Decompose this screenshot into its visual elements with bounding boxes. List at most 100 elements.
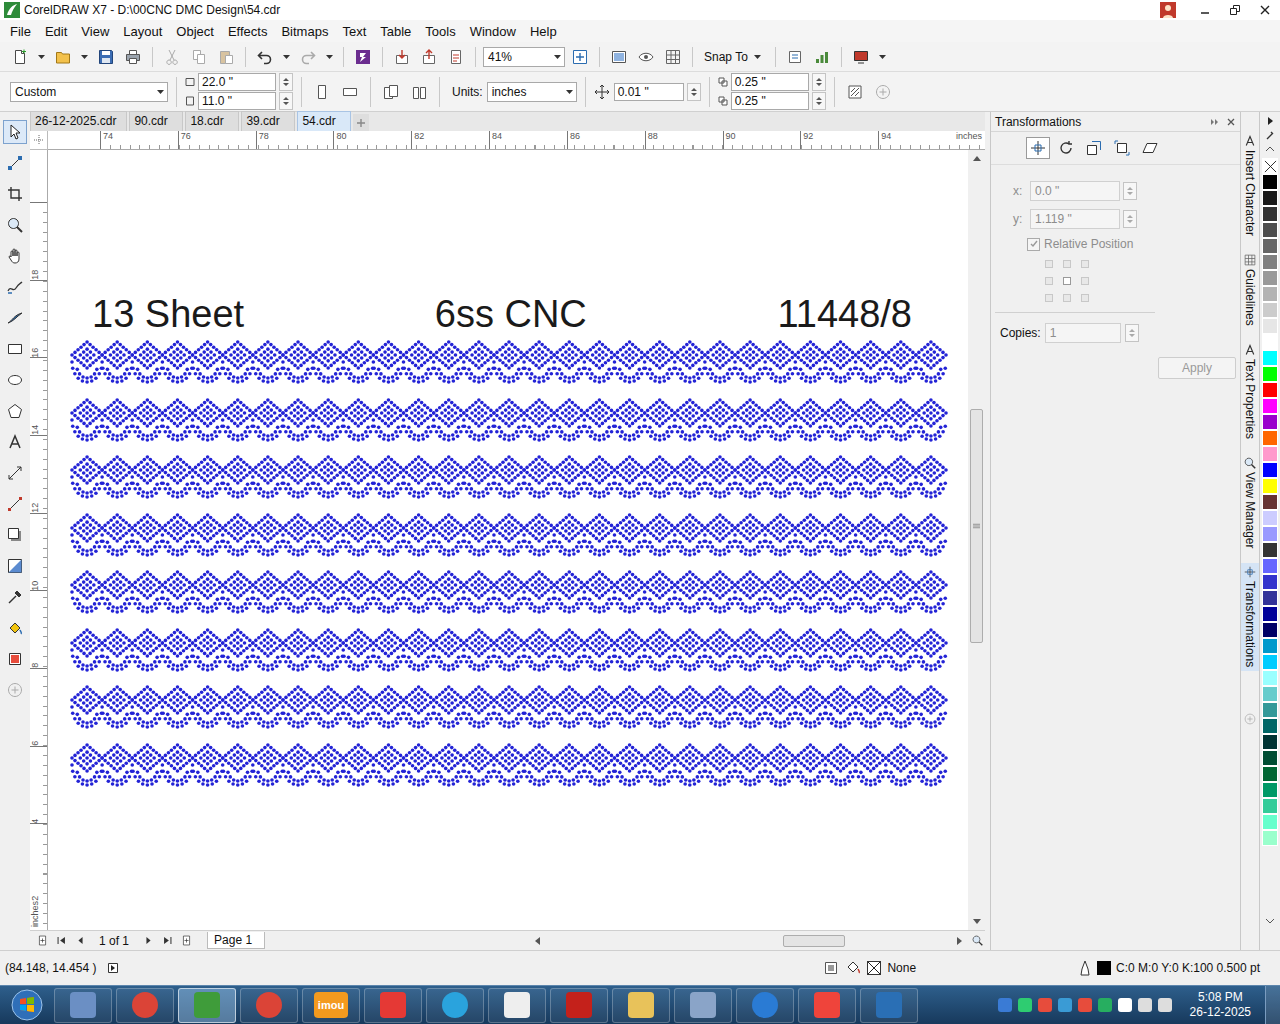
pick-tool[interactable] xyxy=(3,120,27,144)
document-tab[interactable]: 39.cdr xyxy=(241,111,295,131)
anchor-point[interactable] xyxy=(1063,277,1071,285)
scroll-thumb[interactable] xyxy=(970,409,983,643)
color-swatch[interactable] xyxy=(1262,638,1278,654)
color-swatch[interactable] xyxy=(1262,430,1278,446)
rhinestone-border-row[interactable] xyxy=(72,455,946,501)
color-swatch[interactable] xyxy=(1262,734,1278,750)
design-label[interactable]: 6ss CNC xyxy=(435,292,587,336)
rhinestone-border-row[interactable] xyxy=(72,398,946,444)
color-swatch[interactable] xyxy=(1262,766,1278,782)
freehand-tool[interactable] xyxy=(3,275,27,299)
taskbar-app[interactable] xyxy=(550,988,608,1023)
tray-icon[interactable] xyxy=(1018,998,1032,1012)
spinner[interactable] xyxy=(279,73,293,91)
menu-item[interactable]: Effects xyxy=(221,22,275,41)
color-swatch[interactable] xyxy=(1262,446,1278,462)
save-button[interactable] xyxy=(94,45,118,69)
menu-item[interactable]: Layout xyxy=(116,22,169,41)
dropdown-arrow-icon[interactable] xyxy=(879,55,886,59)
taskbar-app[interactable]: imou xyxy=(302,988,360,1023)
anchor-point[interactable] xyxy=(1081,260,1089,268)
ruler-origin[interactable] xyxy=(30,131,48,150)
color-swatch[interactable] xyxy=(1262,622,1278,638)
color-swatch[interactable] xyxy=(1262,174,1278,190)
menu-item[interactable]: Text xyxy=(335,22,373,41)
rhinestone-border-row[interactable] xyxy=(72,513,946,559)
color-swatch[interactable] xyxy=(1262,206,1278,222)
scroll-up-icon[interactable] xyxy=(973,156,981,161)
tray-icon[interactable] xyxy=(1158,998,1172,1012)
taskbar-app[interactable] xyxy=(178,988,236,1023)
duplicate-y-input[interactable]: 0.25 " xyxy=(731,92,809,110)
color-swatch[interactable] xyxy=(1262,382,1278,398)
text-tool[interactable] xyxy=(3,430,27,454)
page-height-input[interactable]: 11.0 " xyxy=(198,92,276,110)
clock[interactable]: 5:08 PM26-12-2025 xyxy=(1190,990,1251,1020)
add-docker-icon[interactable] xyxy=(1244,713,1256,725)
close-button[interactable] xyxy=(1250,0,1280,20)
color-swatch[interactable] xyxy=(1262,238,1278,254)
menu-item[interactable]: Tools xyxy=(418,22,462,41)
menu-item[interactable]: Bitmaps xyxy=(274,22,335,41)
taskbar-app[interactable] xyxy=(426,988,484,1023)
page-size-combo[interactable]: Custom xyxy=(10,82,168,102)
pen-icon[interactable] xyxy=(1076,960,1092,976)
page-tab[interactable]: Page 1 xyxy=(207,932,265,949)
color-swatch[interactable] xyxy=(1262,654,1278,670)
menu-item[interactable]: Window xyxy=(463,22,523,41)
anchor-point[interactable] xyxy=(1045,260,1053,268)
next-button[interactable] xyxy=(140,933,156,949)
user-avatar-icon[interactable] xyxy=(1160,2,1176,18)
tray-icon[interactable] xyxy=(1098,998,1112,1012)
dropdown-arrow-icon[interactable] xyxy=(38,55,45,59)
copy-button[interactable] xyxy=(187,45,211,69)
cut-button[interactable] xyxy=(160,45,184,69)
rhinestone-border-row[interactable] xyxy=(72,570,946,616)
spinner[interactable] xyxy=(812,92,826,110)
drawing-canvas[interactable]: 13 Sheet6ss CNC11448/8 xyxy=(48,150,968,930)
polygon-tool[interactable] xyxy=(3,399,27,423)
rotate-mode[interactable] xyxy=(1054,137,1078,159)
color-swatch[interactable] xyxy=(1262,190,1278,206)
zoom-level-combo[interactable]: 41% xyxy=(483,47,565,67)
color-swatch[interactable] xyxy=(1262,830,1278,846)
horizontal-scrollbar[interactable] xyxy=(531,933,966,949)
menu-item[interactable]: Object xyxy=(169,22,221,41)
horizontal-ruler[interactable]: 7476788082848688909294inches xyxy=(48,131,985,150)
eyedropper-icon[interactable] xyxy=(1265,130,1275,140)
color-swatch[interactable] xyxy=(1262,254,1278,270)
dimension-tool[interactable] xyxy=(3,461,27,485)
new-button[interactable] xyxy=(8,45,32,69)
anchor-point[interactable] xyxy=(1081,294,1089,302)
scroll-down-icon[interactable] xyxy=(1265,916,1275,926)
tray-icon[interactable] xyxy=(1078,998,1092,1012)
treatfilled-button[interactable] xyxy=(843,80,867,104)
publish-button[interactable] xyxy=(444,45,468,69)
color-swatch[interactable] xyxy=(1262,222,1278,238)
taskbar-app[interactable] xyxy=(240,988,298,1023)
artistic-tool[interactable] xyxy=(3,306,27,330)
fill-tool[interactable] xyxy=(3,616,27,640)
color-swatch[interactable] xyxy=(1262,798,1278,814)
taskbar-app[interactable] xyxy=(488,988,546,1023)
tray-icon[interactable] xyxy=(1038,998,1052,1012)
color-swatch[interactable] xyxy=(1262,510,1278,526)
shape-tool[interactable] xyxy=(3,151,27,175)
color-swatch[interactable] xyxy=(1262,542,1278,558)
rhinestone-border-row[interactable] xyxy=(72,628,946,674)
undo-button[interactable] xyxy=(253,45,277,69)
document-tab[interactable]: 54.cdr xyxy=(297,111,351,131)
menu-item[interactable]: File xyxy=(3,22,38,41)
scroll-thumb[interactable] xyxy=(783,935,845,947)
color-swatch[interactable] xyxy=(1262,606,1278,622)
landscape-button[interactable] xyxy=(338,80,362,104)
proof-colors-icon[interactable] xyxy=(823,960,839,976)
restore-button[interactable] xyxy=(1220,0,1250,20)
page-width-input[interactable]: 22.0 " xyxy=(198,73,276,91)
allpages-button[interactable] xyxy=(379,80,403,104)
applauncher-button[interactable] xyxy=(810,45,834,69)
taskbar-app[interactable] xyxy=(860,988,918,1023)
rhinestone-border-row[interactable] xyxy=(72,340,946,386)
color-swatch[interactable] xyxy=(1262,590,1278,606)
tray-icon[interactable] xyxy=(1138,998,1152,1012)
